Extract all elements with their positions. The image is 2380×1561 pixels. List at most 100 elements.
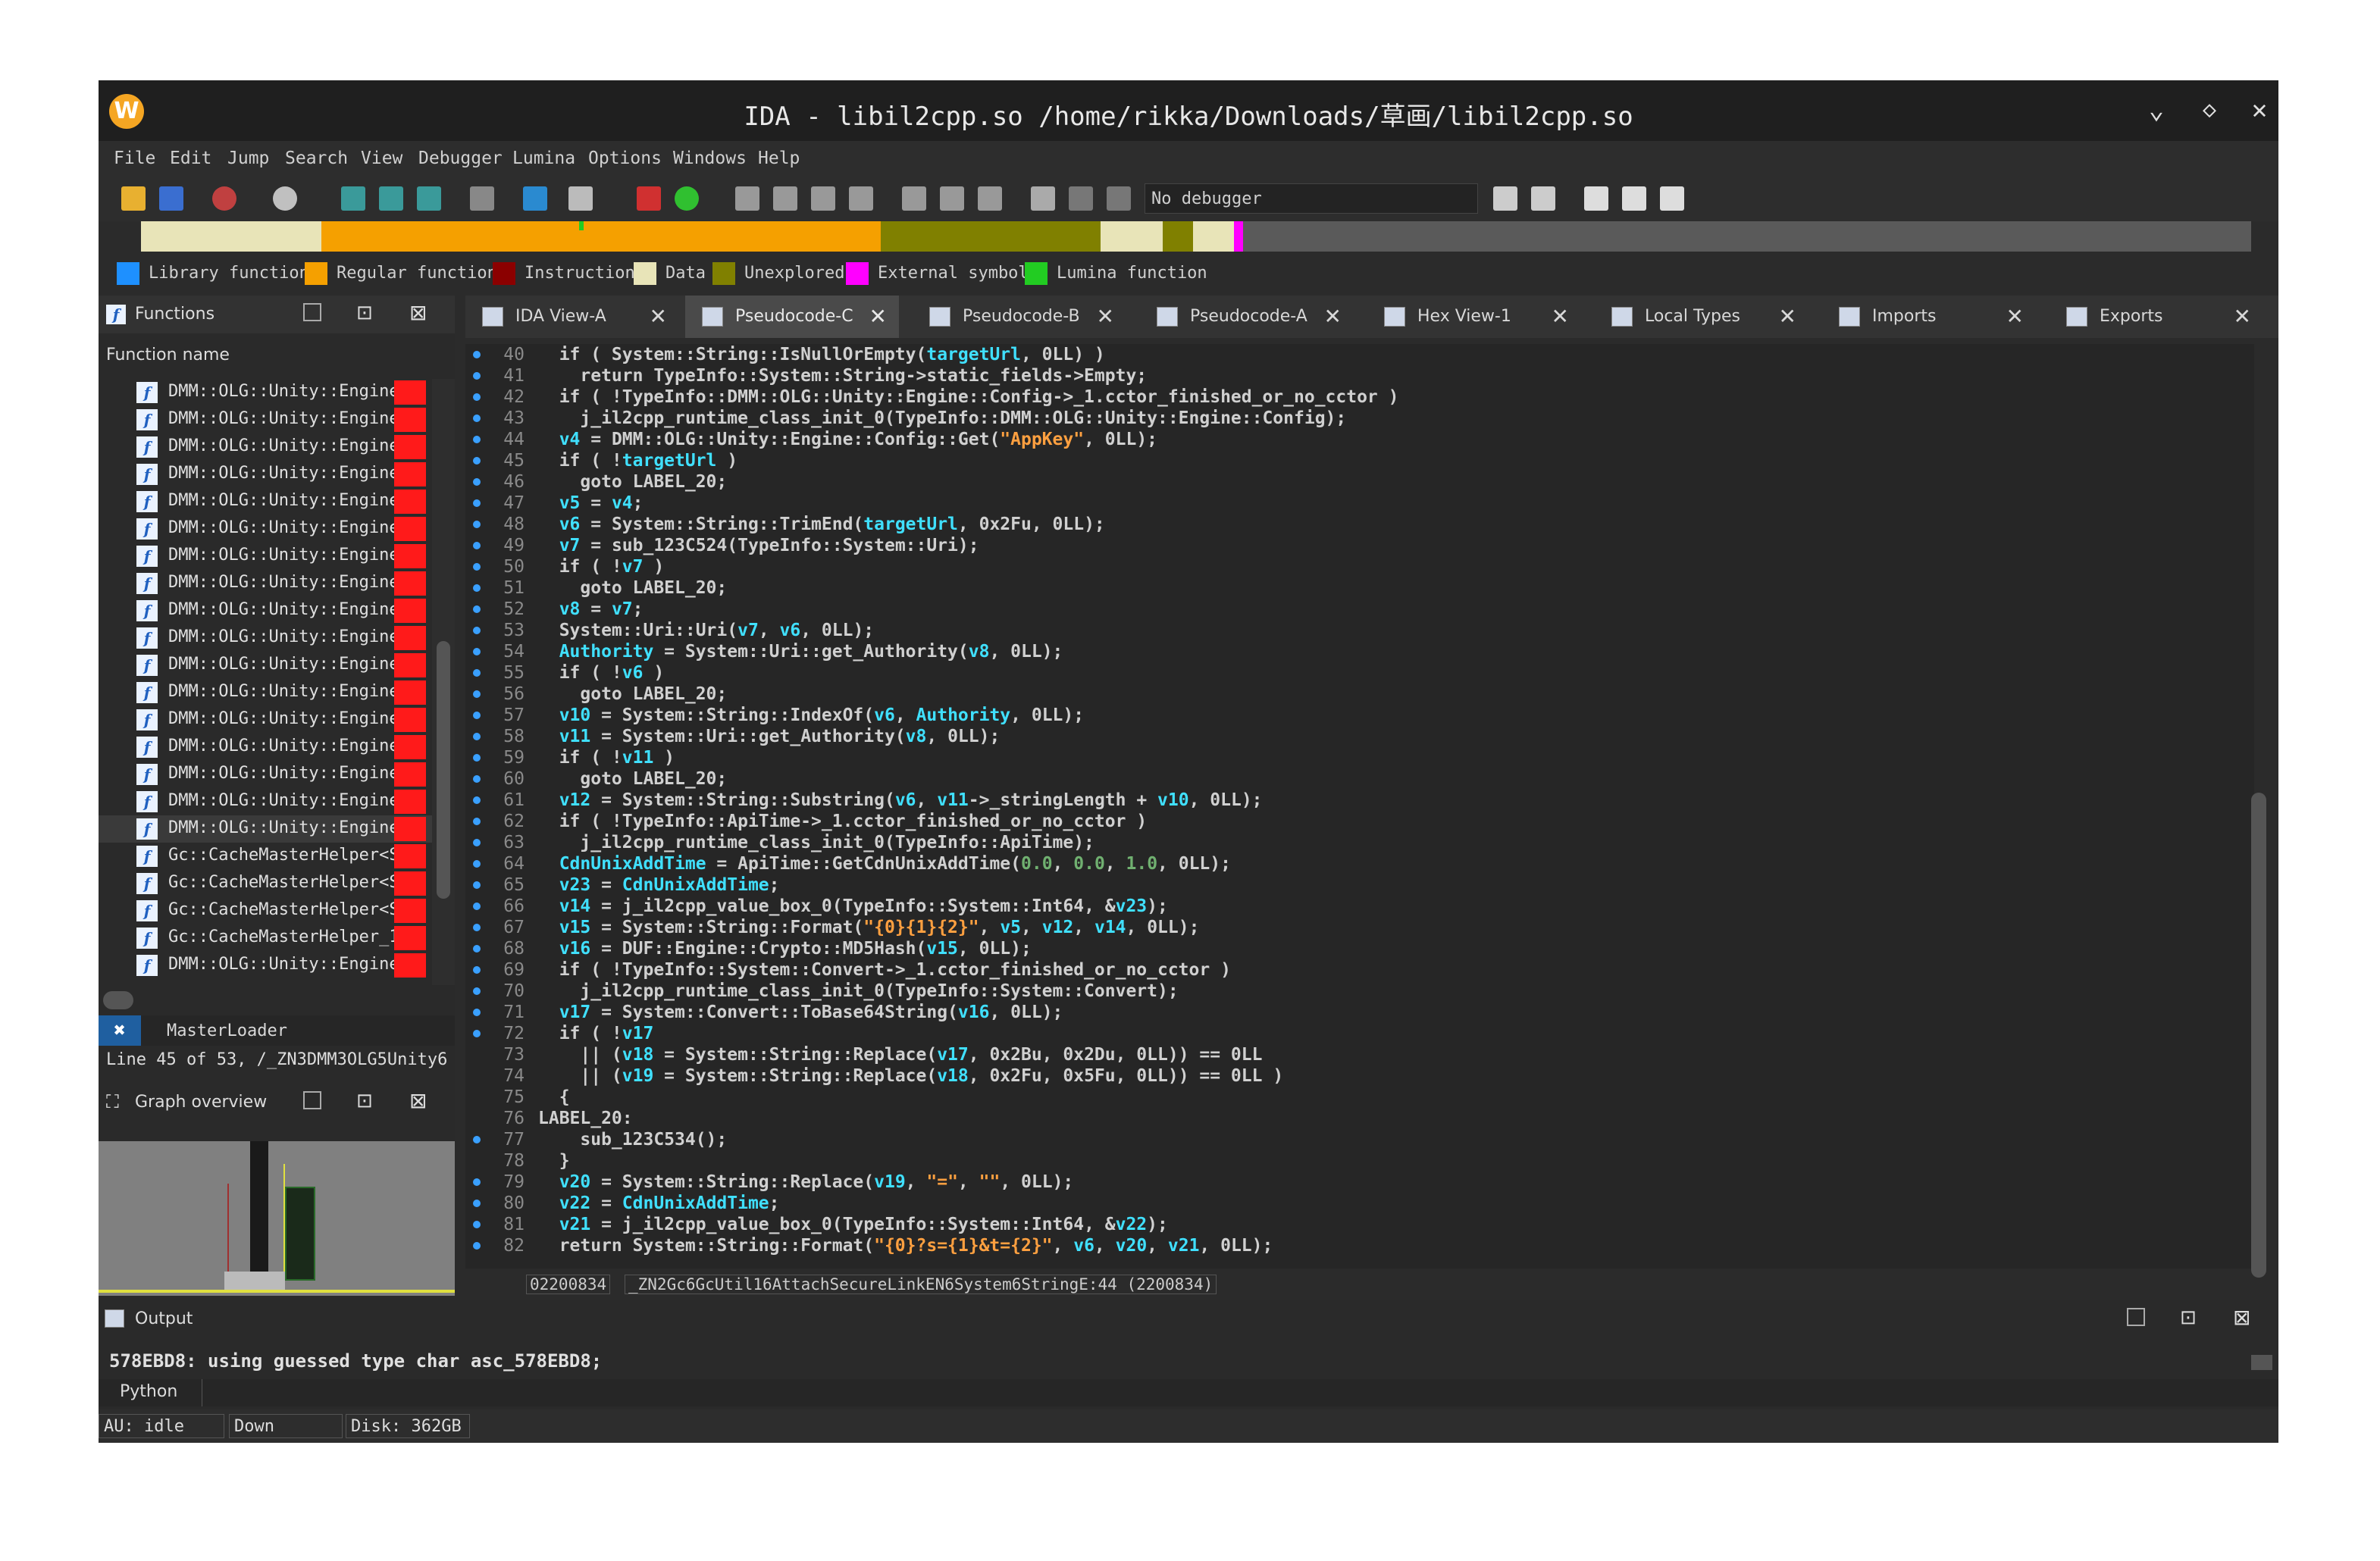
code-line[interactable]: 67 v15 = System::String::Format("{0}{1}{…	[465, 917, 2239, 938]
code-line[interactable]: 79 v20 = System::String::Replace(v19, "=…	[465, 1172, 2239, 1193]
float-panel-icon[interactable]	[303, 303, 321, 321]
breakpoint-dot-icon[interactable]	[473, 1009, 481, 1016]
navigation-band[interactable]	[141, 221, 2251, 252]
code-line[interactable]: 65 v23 = CdnUnixAddTime;	[465, 874, 2239, 896]
step-over-icon[interactable]	[1660, 186, 1684, 211]
breakpoint-dot-icon[interactable]	[473, 881, 481, 889]
code-line[interactable]: 63 j_il2cpp_runtime_class_init_0(TypeInf…	[465, 832, 2239, 853]
breakpoint-dot-icon[interactable]	[473, 1136, 481, 1143]
breakpoint-dot-icon[interactable]	[473, 542, 481, 549]
code-line[interactable]: 80 v22 = CdnUnixAddTime;	[465, 1193, 2239, 1214]
breakpoint-dot-icon[interactable]	[473, 1030, 481, 1037]
code-line[interactable]: 42 if ( !TypeInfo::DMM::OLG::Unity::Engi…	[465, 386, 2239, 408]
new-view-icon[interactable]	[341, 186, 365, 211]
text-format-icon[interactable]	[568, 186, 593, 211]
code-line[interactable]: 68 v16 = DUF::Engine::Crypto::MD5Hash(v1…	[465, 938, 2239, 959]
close-tab-icon[interactable]: ✕	[869, 296, 887, 338]
close-tab-icon[interactable]: ✕	[1779, 296, 1796, 338]
function-row[interactable]: f DMM::OLG::Unity::Engine::Mast	[99, 570, 432, 597]
tab-pseudocode-a[interactable]: Pseudocode-A ✕	[1140, 296, 1354, 338]
code-line[interactable]: 73 || (v18 = System::String::Replace(v17…	[465, 1044, 2239, 1065]
code-line[interactable]: 59 if ( !v11 )	[465, 747, 2239, 768]
pause-icon[interactable]	[1069, 186, 1093, 211]
breakpoint-dot-icon[interactable]	[473, 605, 481, 613]
code-line[interactable]: 51 goto LABEL_20;	[465, 577, 2239, 599]
code-line[interactable]: 71 v17 = System::Convert::ToBase64String…	[465, 1002, 2239, 1023]
code-line[interactable]: 58 v11 = System::Uri::get_Authority(v8, …	[465, 726, 2239, 747]
code-line[interactable]: 47 v5 = v4;	[465, 493, 2239, 514]
function-row[interactable]: f DMM::OLG::Unity::Engine::Mast	[99, 952, 432, 979]
breakpoint-dot-icon[interactable]	[473, 860, 481, 868]
terminate-icon[interactable]	[1107, 186, 1131, 211]
function-row[interactable]: f DMM::OLG::Unity::Engine::Mast	[99, 706, 432, 734]
breakpoint-dot-icon[interactable]	[473, 1178, 481, 1186]
functions-scrollbar[interactable]	[432, 379, 455, 985]
tab-exports[interactable]: Exports ✕	[2050, 296, 2263, 338]
tab-pseudocode-b[interactable]: Pseudocode-B ✕	[913, 296, 1126, 338]
breakpoint-dot-icon[interactable]	[473, 669, 481, 677]
close-tab-icon[interactable]: ✕	[1552, 296, 1569, 338]
menu-options[interactable]: Options	[588, 149, 662, 168]
tab-pseudocode-c[interactable]: Pseudocode-C ✕	[685, 296, 899, 338]
tab-hex-view-1[interactable]: Hex View-1 ✕	[1367, 296, 1581, 338]
function-row[interactable]: f DMM::OLG::Unity::Engine::Mast	[99, 652, 432, 679]
code-line[interactable]: 72 if ( !v17	[465, 1023, 2239, 1044]
functions-list[interactable]: fDMM::OLG::Unity::Engine::MastfDMM::OLG:…	[99, 379, 432, 985]
breakpoint-dot-icon[interactable]	[473, 712, 481, 719]
text-view-icon[interactable]	[379, 186, 403, 211]
code-line[interactable]: 48 v6 = System::String::TrimEnd(targetUr…	[465, 514, 2239, 535]
graph-close-icon[interactable]: ⊠	[409, 1088, 427, 1113]
breakpoint-dot-icon[interactable]	[473, 584, 481, 592]
maximize-button[interactable]: ◇	[2191, 91, 2228, 129]
code-line[interactable]: 56 goto LABEL_20;	[465, 684, 2239, 705]
attach-icon[interactable]	[1493, 186, 1517, 211]
step-into-icon[interactable]	[1622, 186, 1646, 211]
tab-imports[interactable]: Imports ✕	[1822, 296, 2036, 338]
code-line[interactable]: 81 v21 = j_il2cpp_value_box_0(TypeInfo::…	[465, 1214, 2239, 1235]
output-scroll-thumb[interactable]	[2251, 1355, 2272, 1370]
code-line[interactable]: 76 LABEL_20:	[465, 1108, 2239, 1129]
code-scrollbar[interactable]	[2251, 793, 2266, 1278]
menu-edit[interactable]: Edit	[170, 149, 211, 168]
breakpoint-dot-icon[interactable]	[473, 1242, 481, 1250]
code-line[interactable]: 62 if ( !TypeInfo::ApiTime->_1.cctor_fin…	[465, 811, 2239, 832]
code-line[interactable]: 78 }	[465, 1150, 2239, 1172]
close-tab-icon[interactable]: ✕	[2006, 296, 2024, 338]
code-line[interactable]: 60 goto LABEL_20;	[465, 768, 2239, 790]
data-icon[interactable]	[773, 186, 797, 211]
function-row[interactable]: f DMM::OLG::Unity::Engine::Mast	[99, 515, 432, 543]
string-icon[interactable]	[849, 186, 873, 211]
graph-overview-canvas[interactable]	[99, 1141, 455, 1296]
hex-view-icon[interactable]	[417, 186, 441, 211]
output-restore-icon[interactable]: ⊡	[2180, 1306, 2197, 1329]
functions-hscroll-thumb[interactable]	[103, 991, 133, 1009]
code-line[interactable]: 41 return TypeInfo::System::String->stat…	[465, 365, 2239, 386]
undefine-icon[interactable]	[940, 186, 964, 211]
breakpoint-dot-icon[interactable]	[473, 1221, 481, 1228]
breakpoint-dot-icon[interactable]	[473, 627, 481, 634]
graph-icon[interactable]	[470, 186, 494, 211]
function-row[interactable]: f DMM::OLG::Unity::Engine::Mast	[99, 488, 432, 515]
breakpoint-dot-icon[interactable]	[473, 818, 481, 825]
breakpoint-dot-icon[interactable]	[473, 987, 481, 995]
breakpoint-dot-icon[interactable]	[473, 478, 481, 486]
tab-local-types[interactable]: Local Types ✕	[1595, 296, 1808, 338]
open-file-icon[interactable]	[121, 186, 146, 211]
menu-jump[interactable]: Jump	[227, 149, 269, 168]
tab-ida-view-a[interactable]: IDA View-A ✕	[465, 296, 679, 338]
breakpoint-dot-icon[interactable]	[473, 372, 481, 380]
function-row[interactable]: f Gc::CacheMasterHelper<System	[99, 897, 432, 924]
code-line[interactable]: 64 CdnUnixAddTime = ApiTime::GetCdnUnixA…	[465, 853, 2239, 874]
code-line[interactable]: 43 j_il2cpp_runtime_class_init_0(TypeInf…	[465, 408, 2239, 429]
menu-windows[interactable]: Windows	[673, 149, 747, 168]
breakpoint-dot-icon[interactable]	[473, 839, 481, 846]
function-row[interactable]: f DMM::OLG::Unity::Engine::Mast	[99, 543, 432, 570]
function-row[interactable]: f Gc::CacheMasterHelper<System	[99, 870, 432, 897]
function-filter-input[interactable]: MasterLoader	[167, 1021, 287, 1040]
graph-restore-icon[interactable]: ⊡	[356, 1090, 373, 1112]
breakpoint-dot-icon[interactable]	[473, 521, 481, 528]
close-tab-icon[interactable]: ✕	[2234, 296, 2251, 338]
function-row[interactable]: f DMM::OLG::Unity::Engine::Mast	[99, 406, 432, 433]
breakpoint-dot-icon[interactable]	[473, 648, 481, 655]
code-line[interactable]: 50 if ( !v7 )	[465, 556, 2239, 577]
